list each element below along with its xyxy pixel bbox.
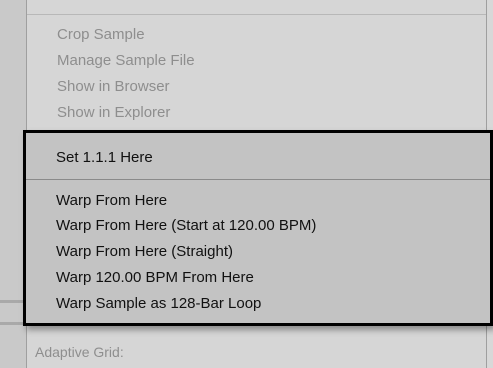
warp-bpm-from-here-item[interactable]: Warp 120.00 BPM From Here: [56, 269, 254, 287]
warp-from-here-straight-item[interactable]: Warp From Here (Straight): [56, 243, 233, 261]
crop-sample-item[interactable]: Crop Sample: [57, 26, 145, 44]
set-1-1-1-here-item[interactable]: Set 1.1.1 Here: [56, 149, 153, 167]
warp-from-here-start-bpm-item[interactable]: Warp From Here (Start at 120.00 BPM): [56, 217, 316, 235]
menu-separator: [26, 179, 490, 180]
warp-from-here-item[interactable]: Warp From Here: [56, 192, 167, 210]
show-in-explorer-item[interactable]: Show in Explorer: [57, 104, 170, 122]
manage-sample-file-item[interactable]: Manage Sample File: [57, 52, 195, 70]
warp-commands-group: Set 1.1.1 Here Warp From Here Warp From …: [23, 130, 493, 326]
adaptive-grid-label: Adaptive Grid:: [35, 344, 124, 360]
warp-sample-as-loop-item[interactable]: Warp Sample as 128-Bar Loop: [56, 295, 261, 313]
menu-separator: [27, 14, 486, 15]
show-in-browser-item[interactable]: Show in Browser: [57, 78, 170, 96]
